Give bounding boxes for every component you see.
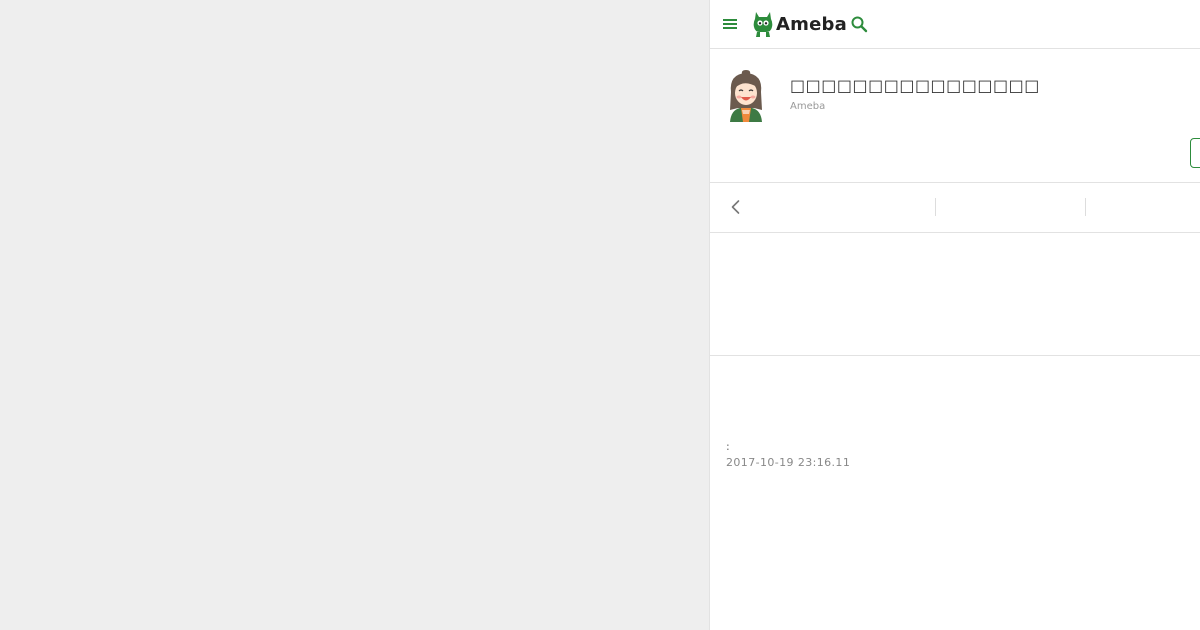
article-pager bbox=[710, 183, 1200, 233]
search-icon[interactable] bbox=[850, 15, 868, 33]
blog-panel: Ameba □□□□□□□□□□□□□□□□ Ameba: 2017-10-1… bbox=[709, 0, 1200, 630]
article-meta-separator: : bbox=[726, 440, 730, 453]
blog-title[interactable]: □□□□□□□□□□□□□□□□ bbox=[790, 76, 1040, 95]
blog-subtitle: Ameba bbox=[790, 101, 826, 112]
top-header: Ameba bbox=[710, 0, 1200, 49]
logo-text: Ameba bbox=[776, 13, 847, 35]
ad-area bbox=[710, 233, 1200, 356]
pager-divider bbox=[935, 198, 936, 216]
ameba-mascot-icon bbox=[753, 12, 773, 37]
article-date: 2017-10-19 23:16.11 bbox=[726, 456, 851, 469]
article-meta: : 2017-10-19 23:16.11 bbox=[726, 440, 850, 469]
hamburger-menu-icon[interactable] bbox=[722, 16, 738, 32]
blog-profile: □□□□□□□□□□□□□□□□ Ameba bbox=[710, 49, 1200, 183]
pager-divider bbox=[1085, 198, 1086, 216]
avatar[interactable] bbox=[724, 68, 768, 122]
ameba-logo[interactable]: Ameba bbox=[752, 9, 847, 39]
chevron-left-icon[interactable] bbox=[726, 197, 746, 217]
follow-button[interactable] bbox=[1190, 138, 1200, 168]
